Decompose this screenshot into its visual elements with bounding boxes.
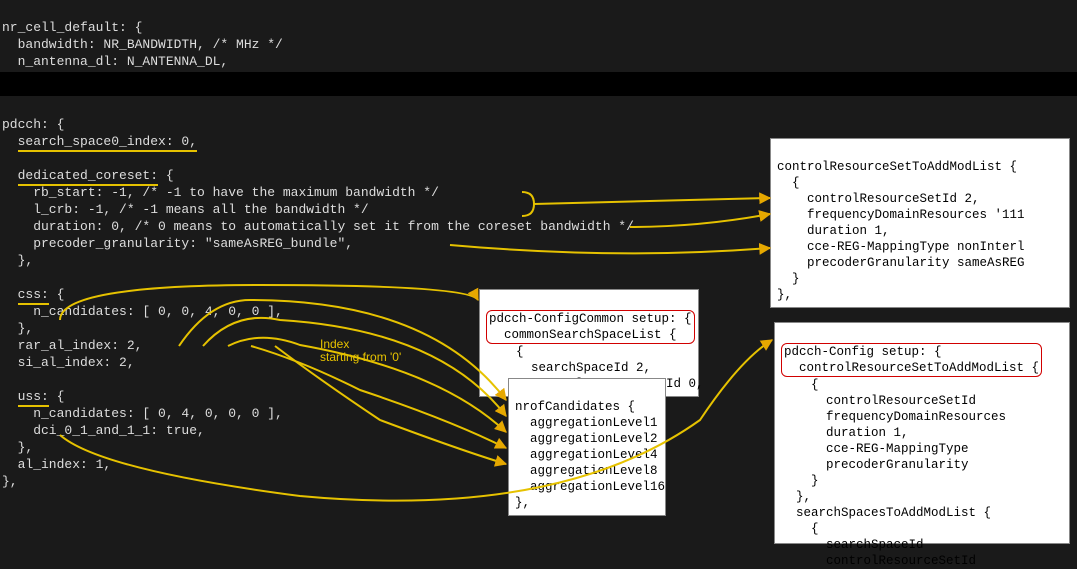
code-line: si_al_index: 2, <box>2 355 135 370</box>
panel-line: frequencyDomainResources <box>781 410 1006 424</box>
panel-line: duration 1, <box>781 426 909 440</box>
panel-line: controlResourceSetId 2, <box>777 192 980 206</box>
panel-line: aggregationLevel1 <box>515 416 658 430</box>
highlight-red-config: pdcch-Config setup: { controlResourceSet… <box>781 343 1042 377</box>
panel-line: { <box>777 176 800 190</box>
annotation-index: Indexstarting from '0' <box>320 338 401 364</box>
panel-line: }, <box>777 288 792 302</box>
panel-coreset-addmodlist: controlResourceSetToAddModList { { contr… <box>770 138 1070 308</box>
code-line: al_index: 1, <box>2 457 111 472</box>
panel-line: aggregationLevel8 <box>515 464 658 478</box>
panel-line: { <box>781 378 819 392</box>
panel-line: { <box>781 522 819 536</box>
panel-line: } <box>781 474 819 488</box>
code-line: bandwidth: NR_BANDWIDTH, /* MHz */ <box>2 37 283 52</box>
panel-line: duration 1, <box>777 224 890 238</box>
panel-nrof-candidates: nrofCandidates { aggregationLevel1 aggre… <box>508 378 666 516</box>
panel-line: precoderGranularity <box>781 458 969 472</box>
code-line: nr_cell_default: { <box>2 20 142 35</box>
panel-line: searchSpacesToAddModList { <box>781 506 991 520</box>
panel-line: controlResourceSetId <box>781 394 976 408</box>
panel-line: aggregationLevel2 <box>515 432 658 446</box>
panel-line: searchSpaceId 2, <box>486 361 651 375</box>
code-line: duration: 0, /* 0 means to automatically… <box>2 219 634 234</box>
code-line: css: { <box>2 287 64 305</box>
panel-line: } <box>777 272 800 286</box>
code-line: n_candidates: [ 0, 4, 0, 0, 0 ], <box>2 406 283 421</box>
panel-line: aggregationLevel16 <box>515 480 665 494</box>
panel-line: searchSpaceId <box>781 538 924 552</box>
highlight-red-common: pdcch-ConfigCommon setup: { commonSearch… <box>486 310 695 344</box>
panel-line: cce-REG-MappingType <box>781 442 969 456</box>
panel-pdcch-config: pdcch-Config setup: { controlResourceSet… <box>774 322 1070 544</box>
code-line: }, <box>2 440 33 455</box>
highlight-search-space0: search_space0_index: 0, <box>18 134 197 152</box>
code-line: precoder_granularity: "sameAsREG_bundle"… <box>2 236 353 251</box>
code-line: n_antenna_dl: N_ANTENNA_DL, <box>2 54 228 69</box>
code-line: dedicated_coreset: { <box>2 168 174 186</box>
panel-line: { <box>486 345 524 359</box>
code-line: }, <box>2 253 33 268</box>
highlight-uss: uss: <box>18 389 49 407</box>
panel-line: nrofCandidates { <box>515 400 635 414</box>
panel-line: aggregationLevel4 <box>515 448 658 462</box>
code-line: rb_start: -1, /* -1 to have the maximum … <box>2 185 439 200</box>
code-line: uss: { <box>2 389 64 407</box>
code-line: search_space0_index: 0, <box>2 134 197 152</box>
code-line: n_candidates: [ 0, 0, 4, 0, 0 ], <box>2 304 283 319</box>
panel-line: precoderGranularity sameAsREG <box>777 256 1025 270</box>
code-line: }, <box>2 321 33 336</box>
code-line: pdcch: { <box>2 117 64 132</box>
panel-line: cce-REG-MappingType nonInterl <box>777 240 1025 254</box>
panel-line: }, <box>781 490 811 504</box>
separator-gap <box>0 72 1077 96</box>
highlight-css: css: <box>18 287 49 305</box>
code-line: dci_0_1_and_1_1: true, <box>2 423 205 438</box>
panel-line: controlResourceSetId <box>781 554 976 568</box>
panel-line: }, <box>515 496 530 510</box>
code-line: rar_al_index: 2, <box>2 338 142 353</box>
panel-line: controlResourceSetToAddModList { <box>777 160 1017 174</box>
panel-line: frequencyDomainResources '111 <box>777 208 1025 222</box>
code-line: }, <box>2 474 18 489</box>
code-line: l_crb: -1, /* -1 means all the bandwidth… <box>2 202 369 217</box>
highlight-dedicated-coreset: dedicated_coreset: <box>18 168 158 186</box>
